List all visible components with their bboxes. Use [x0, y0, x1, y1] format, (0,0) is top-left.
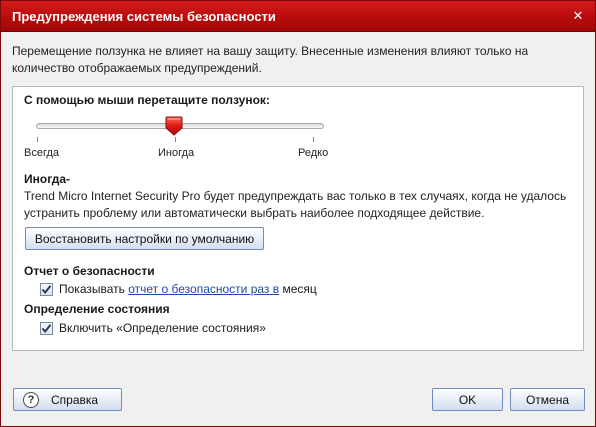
slider-thumb-icon: [165, 116, 183, 136]
window-title: Предупреждения системы безопасности: [12, 9, 276, 24]
security-report-row: Показывать отчет о безопасности раз в ме…: [40, 281, 317, 297]
status-detection-label: Включить «Определение состояния»: [59, 321, 266, 335]
level-description: Trend Micro Internet Security Pro будет …: [24, 189, 567, 220]
checkmark-icon: [41, 284, 52, 294]
ok-button[interactable]: OK: [432, 388, 503, 411]
dialog-content: Перемещение ползунка не влияет на вашу з…: [2, 33, 594, 426]
status-detection-heading: Определение состояния: [24, 302, 170, 316]
help-button[interactable]: ? Справка: [13, 388, 122, 411]
slider-thumb[interactable]: [165, 116, 183, 136]
security-report-label: Показывать: [59, 282, 125, 296]
help-icon: ?: [23, 391, 39, 408]
slider-tick-rarely: [313, 137, 314, 142]
security-report-heading: Отчет о безопасности: [24, 264, 155, 278]
slider-heading: С помощью мыши перетащите ползунок:: [24, 93, 270, 107]
settings-panel: С помощью мыши перетащите ползунок: Всег…: [12, 86, 584, 351]
close-icon[interactable]: ✕: [569, 7, 587, 25]
status-detection-row: Включить «Определение состояния»: [40, 320, 266, 336]
security-report-suffix: месяц: [282, 282, 317, 296]
level-name: Иногда-: [24, 172, 71, 186]
cancel-button[interactable]: Отмена: [510, 388, 585, 411]
security-report-checkbox[interactable]: [40, 282, 53, 296]
info-text: Перемещение ползунка не влияет на вашу з…: [12, 44, 529, 75]
slider-tick-always: [37, 137, 38, 142]
title-bar: Предупреждения системы безопасности ✕: [1, 1, 595, 32]
checkmark-icon: [41, 323, 52, 333]
slider-label-rarely: Редко: [298, 147, 329, 159]
security-report-link[interactable]: отчет о безопасности раз в: [128, 282, 279, 296]
status-detection-checkbox[interactable]: [40, 321, 53, 335]
security-warnings-dialog: Предупреждения системы безопасности ✕ Пе…: [0, 0, 596, 427]
help-button-label: Справка: [51, 392, 99, 407]
slider-tick-sometimes: [175, 137, 176, 142]
slider-label-always: Всегда: [24, 147, 60, 159]
slider-label-sometimes: Иногда: [158, 147, 195, 159]
restore-defaults-button[interactable]: Восстановить настройки по умолчанию: [25, 227, 264, 250]
